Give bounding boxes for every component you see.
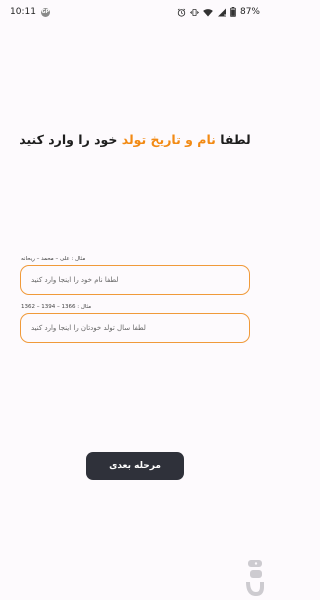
year-field-group: مثال : 1366 – 1394 – 1362 لطفا سال تولد … (20, 304, 250, 343)
title-highlight: نام و تاریخ تولد (121, 132, 216, 147)
status-time: 10:11 (10, 7, 36, 17)
birth-year-input[interactable]: لطفا سال تولد خودتان را اینجا وارد کنید (20, 313, 250, 343)
name-input-placeholder: لطفا نام خود را اینجا وارد کنید (31, 276, 119, 284)
app-logo (246, 560, 264, 596)
name-input[interactable]: لطفا نام خود را اینجا وارد کنید (20, 265, 250, 295)
page-title: لطفا نام و تاریخ تولد خود را وارد کنید (0, 132, 270, 147)
next-step-button[interactable]: مرحله بعدی (86, 452, 184, 480)
signal-icon (217, 8, 226, 17)
year-input-placeholder: لطفا سال تولد خودتان را اینجا وارد کنید (31, 324, 146, 332)
notification-icon: GP (40, 7, 50, 17)
vibrate-icon (190, 8, 199, 17)
next-step-button-label: مرحله بعدی (109, 461, 161, 471)
year-example-hint: مثال : 1366 – 1394 – 1362 (21, 304, 92, 310)
title-part-3: خود را وارد کنید (19, 132, 122, 147)
wifi-icon (203, 8, 213, 17)
status-right: 87% (177, 7, 260, 17)
status-bar: 10:11 GP 87% (0, 0, 270, 24)
battery-icon (230, 7, 236, 17)
alarm-icon (177, 8, 186, 17)
battery-percent: 87% (239, 7, 260, 17)
title-part-1: لطفا (215, 132, 251, 147)
name-example-hint: مثال : علی – محمد – ریحانه (21, 256, 86, 262)
status-left: 10:11 GP (10, 7, 50, 17)
name-field-group: مثال : علی – محمد – ریحانه لطفا نام خود … (20, 256, 250, 295)
